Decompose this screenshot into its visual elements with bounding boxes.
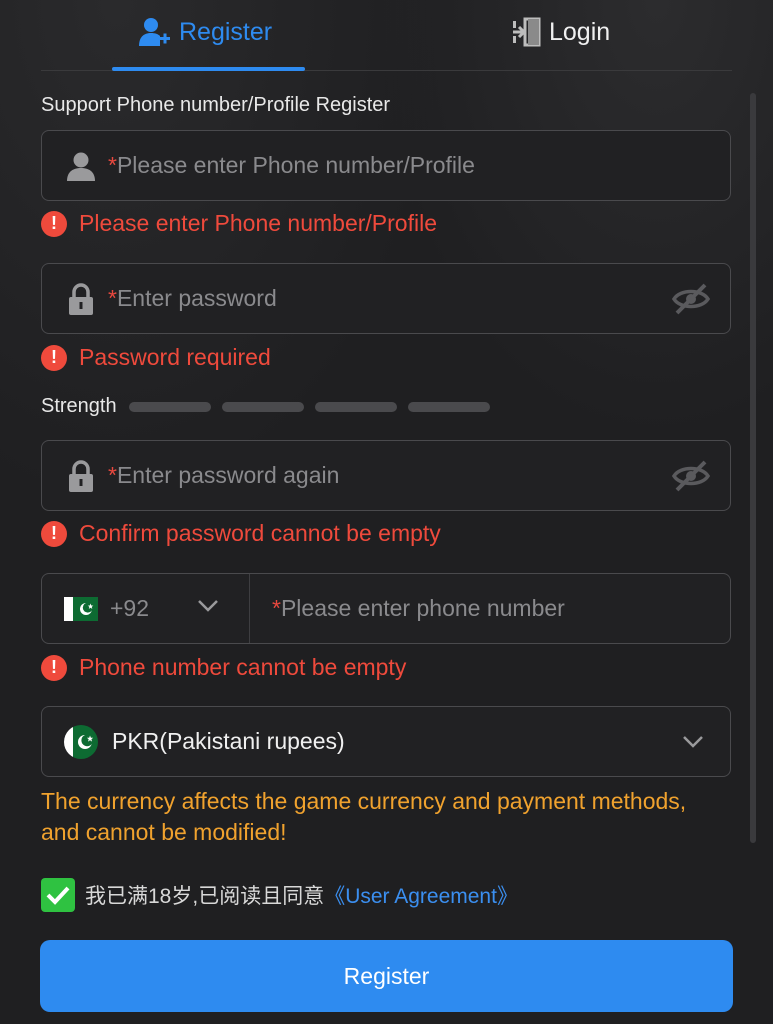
- error-icon: !: [41, 210, 67, 237]
- agreement-checkbox[interactable]: [41, 878, 75, 912]
- check-icon: [46, 886, 70, 905]
- confirm-password-error: ! Confirm password cannot be empty: [41, 520, 441, 547]
- agreement-text: 我已满18岁,已阅读且同意: [85, 885, 325, 908]
- phone-number-input[interactable]: *Please enter phone number: [272, 595, 565, 622]
- error-icon: !: [41, 344, 67, 371]
- pakistan-flag-icon: [64, 596, 98, 621]
- tab-register[interactable]: Register: [139, 12, 272, 52]
- currency-select[interactable]: PKR(Pakistani rupees): [41, 706, 731, 777]
- phone-error-text: Phone number cannot be empty: [79, 654, 407, 680]
- strength-label: Strength: [41, 395, 117, 417]
- password-error: ! Password required: [41, 344, 271, 371]
- login-door-icon: [513, 17, 541, 47]
- active-tab-indicator: [112, 67, 305, 71]
- tab-register-label: Register: [179, 17, 273, 46]
- lock-icon: [64, 459, 98, 492]
- phone-input-group: +92 *Please enter phone number: [41, 573, 731, 644]
- account-error: ! Please enter Phone number/Profile: [41, 210, 437, 237]
- strength-segment: [407, 401, 490, 412]
- account-input[interactable]: *Please enter Phone number/Profile: [41, 130, 731, 201]
- confirm-password-placeholder: *Enter password again: [108, 462, 340, 488]
- scrollbar[interactable]: [750, 93, 756, 843]
- tab-login-label: Login: [549, 17, 611, 46]
- confirm-password-input[interactable]: *Enter password again: [41, 440, 731, 511]
- pakistan-flag-icon: [64, 724, 98, 759]
- country-code-select[interactable]: +92: [64, 574, 250, 643]
- lock-icon: [64, 282, 98, 315]
- password-error-text: Password required: [79, 344, 271, 370]
- register-button[interactable]: Register: [40, 940, 733, 1012]
- eye-off-icon[interactable]: [671, 459, 711, 498]
- account-placeholder: *Please enter Phone number/Profile: [108, 152, 475, 178]
- register-page: Register Login Support Phone number/Prof…: [0, 0, 773, 1024]
- strength-segment: [314, 401, 397, 412]
- password-input[interactable]: *Enter password: [41, 263, 731, 334]
- confirm-password-error-text: Confirm password cannot be empty: [79, 520, 441, 546]
- chevron-down-icon: [197, 599, 219, 618]
- password-placeholder: *Enter password: [108, 285, 277, 311]
- strength-segment: [221, 401, 304, 412]
- eye-off-icon[interactable]: [671, 282, 711, 321]
- tab-login[interactable]: Login: [513, 12, 610, 52]
- chevron-down-icon: [682, 735, 704, 754]
- currency-selected: PKR(Pakistani rupees): [112, 728, 345, 754]
- user-agreement-link[interactable]: 《User Agreement》: [324, 880, 518, 910]
- add-user-icon: [139, 17, 171, 47]
- currency-note: The currency affects the game currency a…: [41, 788, 687, 845]
- strength-segment: [128, 401, 211, 412]
- error-icon: !: [41, 520, 67, 547]
- country-code: +92: [110, 595, 150, 621]
- auth-tabs: Register Login: [41, 0, 732, 71]
- agreement-row: 我已满18岁,已阅读且同意 《User Agreement》: [41, 878, 518, 912]
- error-icon: !: [41, 654, 67, 681]
- section-label: Support Phone number/Profile Register: [41, 94, 391, 116]
- password-strength: Strength: [41, 395, 501, 418]
- phone-error: ! Phone number cannot be empty: [41, 654, 406, 681]
- account-error-text: Please enter Phone number/Profile: [79, 210, 437, 236]
- user-icon: [64, 151, 98, 181]
